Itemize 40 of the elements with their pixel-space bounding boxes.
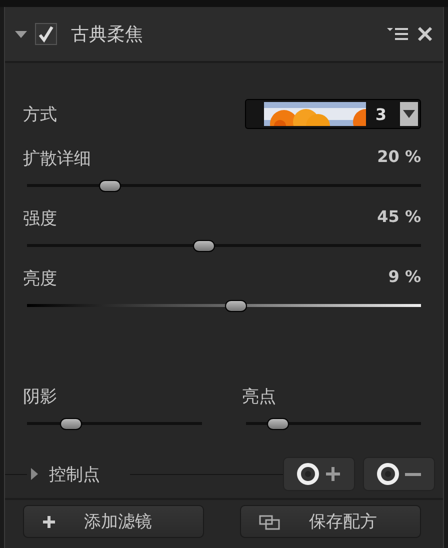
checkbox[interactable] — [35, 23, 57, 45]
expand-icon[interactable] — [31, 468, 39, 480]
control-point-icon — [297, 463, 319, 485]
slider-value: 45 % — [377, 207, 421, 228]
add-filter-button[interactable]: 添加滤镜 — [23, 505, 204, 538]
mode-dropdown[interactable]: 3 — [245, 99, 421, 129]
collapse-icon[interactable] — [15, 29, 27, 39]
slider-thumb[interactable] — [98, 180, 121, 192]
slider[interactable] — [246, 417, 421, 431]
slider-label: 亮度 — [23, 268, 57, 290]
mode-value: 3 — [374, 104, 388, 124]
slider[interactable] — [27, 239, 421, 253]
add-control-point-button[interactable] — [283, 457, 355, 491]
caret-icon — [403, 110, 415, 118]
menu-icon[interactable] — [387, 26, 409, 42]
save-recipe-button[interactable]: 保存配方 — [240, 505, 421, 538]
slider-label: 阴影 — [23, 386, 58, 408]
slider[interactable] — [27, 417, 202, 431]
remove-control-point-button[interactable] — [363, 457, 435, 491]
plus-icon — [42, 514, 56, 528]
slider-value: 20 % — [377, 147, 421, 168]
panel-title: 古典柔焦 — [71, 23, 144, 46]
minus-icon — [405, 472, 421, 476]
slider-thumb[interactable] — [266, 418, 288, 430]
slider-value: 9 % — [388, 267, 421, 288]
close-icon[interactable] — [417, 26, 433, 42]
section-title: 控制点 — [49, 464, 100, 486]
slider[interactable] — [27, 179, 421, 193]
slider[interactable] — [27, 299, 421, 313]
slider-thumb[interactable] — [193, 240, 216, 252]
layers-icon — [259, 514, 281, 530]
slider-label: 亮点 — [242, 386, 277, 408]
control-point-icon — [377, 463, 399, 485]
slider-label: 扩散详细 — [23, 148, 91, 170]
plus-icon — [325, 466, 341, 482]
slider-thumb[interactable] — [60, 418, 82, 430]
dropdown-button[interactable] — [400, 102, 418, 126]
slider-label: 强度 — [23, 208, 57, 230]
slider-thumb[interactable] — [224, 300, 247, 312]
mode-label: 方式 — [23, 104, 57, 126]
